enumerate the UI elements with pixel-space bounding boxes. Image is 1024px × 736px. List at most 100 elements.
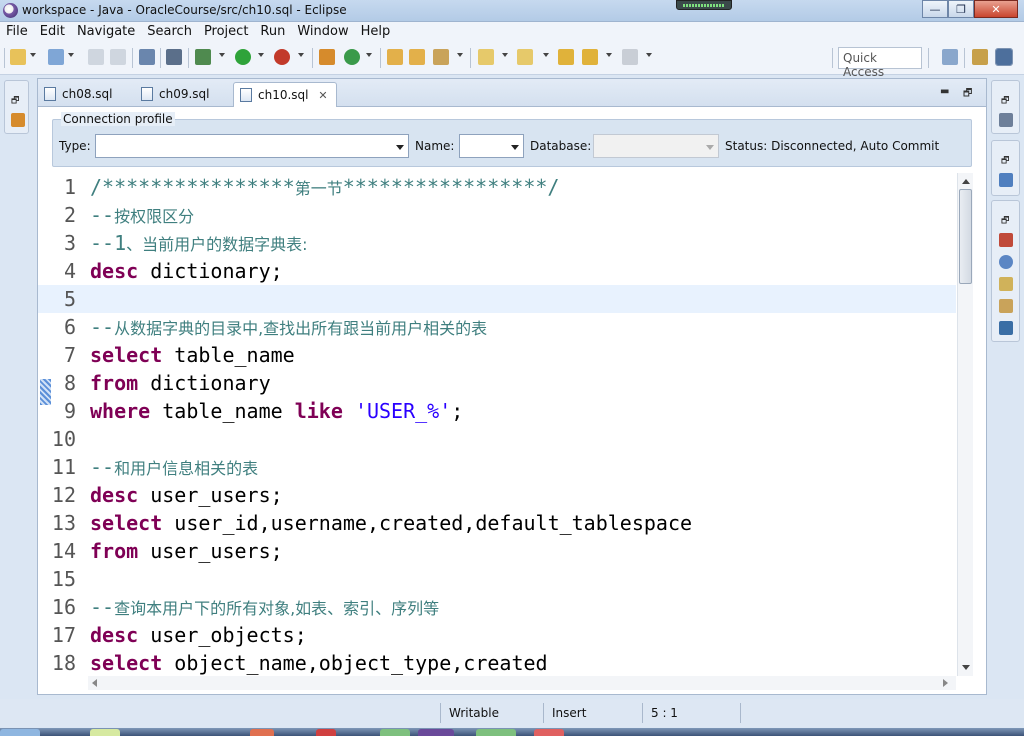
console-icon[interactable] [999,321,1013,335]
scroll-thumb[interactable] [959,189,972,284]
back-icon[interactable] [582,49,598,65]
search-icon[interactable] [433,49,449,65]
connection-profile-group: Connection profile Type: Name: Database:… [52,112,972,167]
sql-text: user_id,username,created,default_tablesp… [162,511,693,535]
task-list-icon[interactable] [999,173,1013,187]
restore-button[interactable]: ❐ [948,0,974,18]
new-wizard-icon[interactable] [48,49,64,65]
code-line[interactable]: 7 select table_name [38,341,956,369]
restore-icon[interactable]: 🗗 [1001,93,1009,109]
outline-icon[interactable] [999,113,1013,127]
line-number: 12 [51,483,76,507]
declaration-icon[interactable] [999,277,1013,291]
previous-annotation-icon[interactable] [517,49,533,65]
restore-icon[interactable]: 🗗 [1001,213,1009,229]
sql-file-icon [240,88,252,102]
code-line[interactable]: 17 desc user_objects; [38,621,956,649]
code-line[interactable]: 2 --按权限区分 [38,201,956,229]
save-icon[interactable] [88,49,104,65]
code-line[interactable]: 14 from user_users; [38,537,956,565]
sql-keyword: from [90,371,139,395]
menu-help[interactable]: Help [355,24,397,39]
sql-text: table_name [150,399,295,423]
line-text: --1、当前用户的数据字典表: [90,229,308,259]
tab-ch09-sql[interactable]: ch09.sql [135,82,218,107]
code-line[interactable]: 6 --从数据字典的目录中,查找出所有跟当前用户相关的表 [38,313,956,341]
line-text: from user_users; [90,537,283,565]
sql-keyword: select [90,343,163,367]
code-line[interactable]: 11 --和用户信息相关的表 [38,453,956,481]
sql-text: user_users; [138,483,283,507]
new-icon[interactable] [10,49,26,65]
save-all-icon[interactable] [110,49,126,65]
close-tab-icon[interactable]: ✕ [318,89,327,102]
code-line[interactable]: 5 [38,285,956,313]
debug-icon[interactable] [195,49,211,65]
scroll-up-icon[interactable] [962,179,970,184]
last-edit-icon[interactable] [558,49,574,65]
open-perspective-icon[interactable] [942,49,958,65]
open-task-icon[interactable] [409,49,425,65]
code-area[interactable]: 1/****************第一节*****************/2… [38,173,956,676]
external-tools-icon[interactable] [274,49,290,65]
quick-access-input[interactable]: Quick Access [838,47,922,79]
open-type-icon[interactable] [387,49,403,65]
search-view-icon[interactable] [999,299,1013,313]
name-select[interactable] [459,134,524,158]
sql-editor: ch08.sql ch09.sql ch10.sql ✕ ▬ 🗗 Connect… [37,78,987,695]
eclipse-icon [3,3,18,18]
menu-edit[interactable]: Edit [34,24,71,39]
problems-icon[interactable] [999,233,1013,247]
menu-navigate[interactable]: Navigate [71,24,141,39]
scroll-down-icon[interactable] [962,665,970,670]
code-line[interactable]: 16 --查询本用户下的所有对象,如表、索引、序列等 [38,593,956,621]
code-line[interactable]: 10 [38,425,956,453]
minimize-editor-icon[interactable]: ▬ [940,86,949,97]
sql-keyword: where [90,399,151,423]
terminal-icon[interactable] [139,49,155,65]
right-trim-bar-1: 🗗 [991,80,1020,134]
close-button[interactable]: ✕ [974,0,1018,18]
code-line[interactable]: 3 --1、当前用户的数据字典表: [38,229,956,257]
menu-window[interactable]: Window [291,24,354,39]
restore-icon[interactable]: 🗗 [1001,153,1009,169]
sql-file-icon [141,87,153,101]
line-number: 6 [63,315,76,339]
minimize-button[interactable]: — [922,0,948,18]
tab-ch08-sql[interactable]: ch08.sql [38,82,121,107]
menu-search[interactable]: Search [141,24,198,39]
vertical-scrollbar[interactable] [957,173,973,676]
code-line[interactable]: 18 select object_name,object_type,created [38,649,956,676]
new-class-icon[interactable] [344,49,360,65]
skip-breakpoints-icon[interactable] [166,49,182,65]
connection-profile-legend: Connection profile [61,112,175,126]
tab-ch10-sql[interactable]: ch10.sql ✕ [233,82,337,107]
restore-icon[interactable]: 🗗 [11,93,19,109]
java-ee-perspective-icon[interactable] [972,49,988,65]
line-text: --从数据字典的目录中,查找出所有跟当前用户相关的表 [90,313,487,343]
database-select[interactable] [593,134,719,158]
scroll-left-icon[interactable] [92,679,97,687]
package-explorer-icon[interactable] [11,113,25,127]
horizontal-scrollbar[interactable] [88,676,956,690]
forward-icon[interactable] [622,49,638,65]
next-annotation-icon[interactable] [478,49,494,65]
code-line[interactable]: 1 /****************第一节*****************/ [38,173,956,201]
menu-file[interactable]: File [0,24,34,39]
type-select[interactable] [95,134,409,158]
scroll-right-icon[interactable] [943,679,948,687]
run-icon[interactable] [235,49,251,65]
code-line[interactable]: 12 desc user_users; [38,481,956,509]
line-text: select object_name,object_type,created [90,649,548,676]
javadoc-icon[interactable] [999,255,1013,269]
code-line[interactable]: 15 [38,565,956,593]
menu-run[interactable]: Run [254,24,291,39]
code-line[interactable]: 9 where table_name like 'USER_%'; [38,397,956,425]
new-java-project-icon[interactable] [319,49,335,65]
code-line[interactable]: 13 select user_id,username,created,defaul… [38,509,956,537]
code-line[interactable]: 4 desc dictionary; [38,257,956,285]
code-line[interactable]: 8 from dictionary [38,369,956,397]
menu-project[interactable]: Project [198,24,254,39]
maximize-editor-icon[interactable]: 🗗 [963,86,972,103]
java-perspective-icon[interactable] [995,48,1013,66]
